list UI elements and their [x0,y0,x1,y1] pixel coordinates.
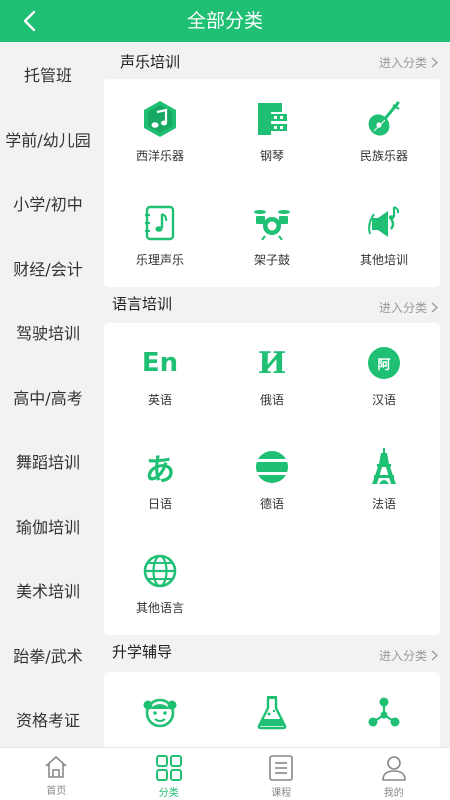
japanese-icon: あ [140,447,180,488]
category-label: 日语 [147,497,172,511]
tab-home[interactable]: 首页 [0,748,113,800]
category-item[interactable] [104,672,216,747]
section-panel-language: En 英语 И 俄语 阿 汉语 あ 日语 德语 法语 其他语言 [104,323,440,635]
category-label: 汉语 [371,393,396,407]
category-label: 英语 [147,393,172,407]
sidebar-item-preschool[interactable]: 学前/幼儿园 [0,107,96,172]
sidebar-item-art[interactable]: 美术培训 [0,558,96,623]
category-label: 德语 [259,497,284,511]
category-item[interactable]: 德语 [216,427,328,531]
category-item[interactable] [328,672,440,747]
pipa-icon [364,99,404,139]
category-item[interactable] [216,672,328,747]
tab-label: 我的 [383,788,404,799]
category-item[interactable]: あ 日语 [104,427,216,531]
sidebar-item-highschool[interactable]: 高中/高考 [0,365,96,430]
section-header-language: 语言培训 进入分类 [96,287,450,323]
grid-icon [155,755,182,781]
enter-category-link[interactable]: 进入分类 [379,299,438,316]
category-label: 西洋乐器 [135,149,184,163]
section-title: 语言培训 [112,295,173,313]
eiffel-tower-icon [364,447,404,487]
category-item[interactable]: 民族乐器 [328,79,440,183]
category-item[interactable]: 西洋乐器 [104,79,216,183]
english-icon: En [140,343,180,383]
category-item[interactable]: 其他语言 [104,531,216,635]
enter-category-link[interactable]: 进入分类 [379,647,438,664]
section-title: 声乐培训 [120,53,181,71]
profile-icon [381,756,406,781]
tab-course[interactable]: 课程 [225,748,338,800]
sidebar-item-dance[interactable]: 舞蹈培训 [0,429,96,494]
sidebar-item-driving[interactable]: 驾驶培训 [0,300,96,365]
category-label: 法语 [371,497,396,511]
enter-category-label: 进入分类 [378,301,427,315]
sidebar-item-tuoguan[interactable]: 托管班 [0,42,96,107]
tab-label: 首页 [46,786,67,797]
tab-category[interactable]: 分类 [113,748,226,800]
drum-kit-icon [252,203,292,243]
flask-icon [252,692,292,732]
sidebar-item-certification[interactable]: 资格考证 [0,687,96,747]
category-label: 其他语言 [135,601,184,615]
category-item[interactable]: 法语 [328,427,440,531]
category-content: 声乐培训 进入分类 西洋乐器 钢琴 民族乐器 乐理声乐 架子鼓 其他培训 语言培… [96,42,450,747]
course-list-icon [269,755,294,781]
bottom-tab-bar: 首页 分类 课程 我的 [0,747,450,800]
category-label: 架子鼓 [253,253,290,267]
japanese-glyph: あ [145,453,175,488]
category-sidebar: 托管班 学前/幼儿园 小学/初中 财经/会计 驾驶培训 高中/高考 舞蹈培训 瑜… [0,42,96,747]
enter-category-label: 进入分类 [378,56,427,70]
category-item[interactable]: 其他培训 [328,183,440,287]
chinese-icon: 阿 [364,343,404,383]
section-header-tutoring: 升学辅导 进入分类 [96,635,450,672]
enter-category-label: 进入分类 [378,649,427,663]
category-label: 钢琴 [259,149,284,163]
sidebar-item-yoga[interactable]: 瑜伽培训 [0,494,96,559]
tab-profile[interactable]: 我的 [338,748,450,800]
english-glyph: En [141,348,179,378]
section-header-vocal: 声乐培训 进入分类 [96,42,450,79]
western-instrument-icon [140,99,180,139]
music-theory-icon [140,203,180,243]
speaker-note-icon [364,203,404,243]
sidebar-item-primary-middle[interactable]: 小学/初中 [0,171,96,236]
russian-icon: И [252,343,292,383]
sidebar-item-martial-arts[interactable]: 跆拳/武术 [0,623,96,688]
chevron-right-icon [431,57,438,68]
header-bar: 全部分类 [0,0,450,42]
sidebar-item-finance[interactable]: 财经/会计 [0,236,96,301]
section-title: 升学辅导 [112,643,173,661]
category-item[interactable]: 钢琴 [216,79,328,183]
category-label: 俄语 [259,393,284,407]
category-item[interactable]: En 英语 [104,323,216,427]
page-title: 全部分类 [186,10,263,32]
chinese-glyph: 阿 [377,357,391,373]
category-item[interactable]: 乐理声乐 [104,183,216,287]
category-label: 民族乐器 [359,149,408,163]
category-item[interactable]: И 俄语 [216,323,328,427]
child-face-icon [140,692,180,732]
german-icon [252,447,292,487]
piano-icon [252,99,292,139]
russian-glyph: И [257,345,287,381]
tab-label: 课程 [271,788,292,799]
category-item[interactable]: 阿 汉语 [328,323,440,427]
category-label: 乐理声乐 [135,253,184,267]
category-label: 其他培训 [359,253,408,267]
globe-icon [140,551,180,591]
tab-label: 分类 [158,788,179,799]
chevron-right-icon [431,302,438,313]
section-panel-tutoring [104,672,440,747]
home-icon [45,756,67,778]
section-panel-vocal: 西洋乐器 钢琴 民族乐器 乐理声乐 架子鼓 其他培训 [104,79,440,287]
molecule-icon [364,692,404,732]
enter-category-link[interactable]: 进入分类 [379,54,438,71]
category-item[interactable]: 架子鼓 [216,183,328,287]
chevron-right-icon [431,650,438,661]
